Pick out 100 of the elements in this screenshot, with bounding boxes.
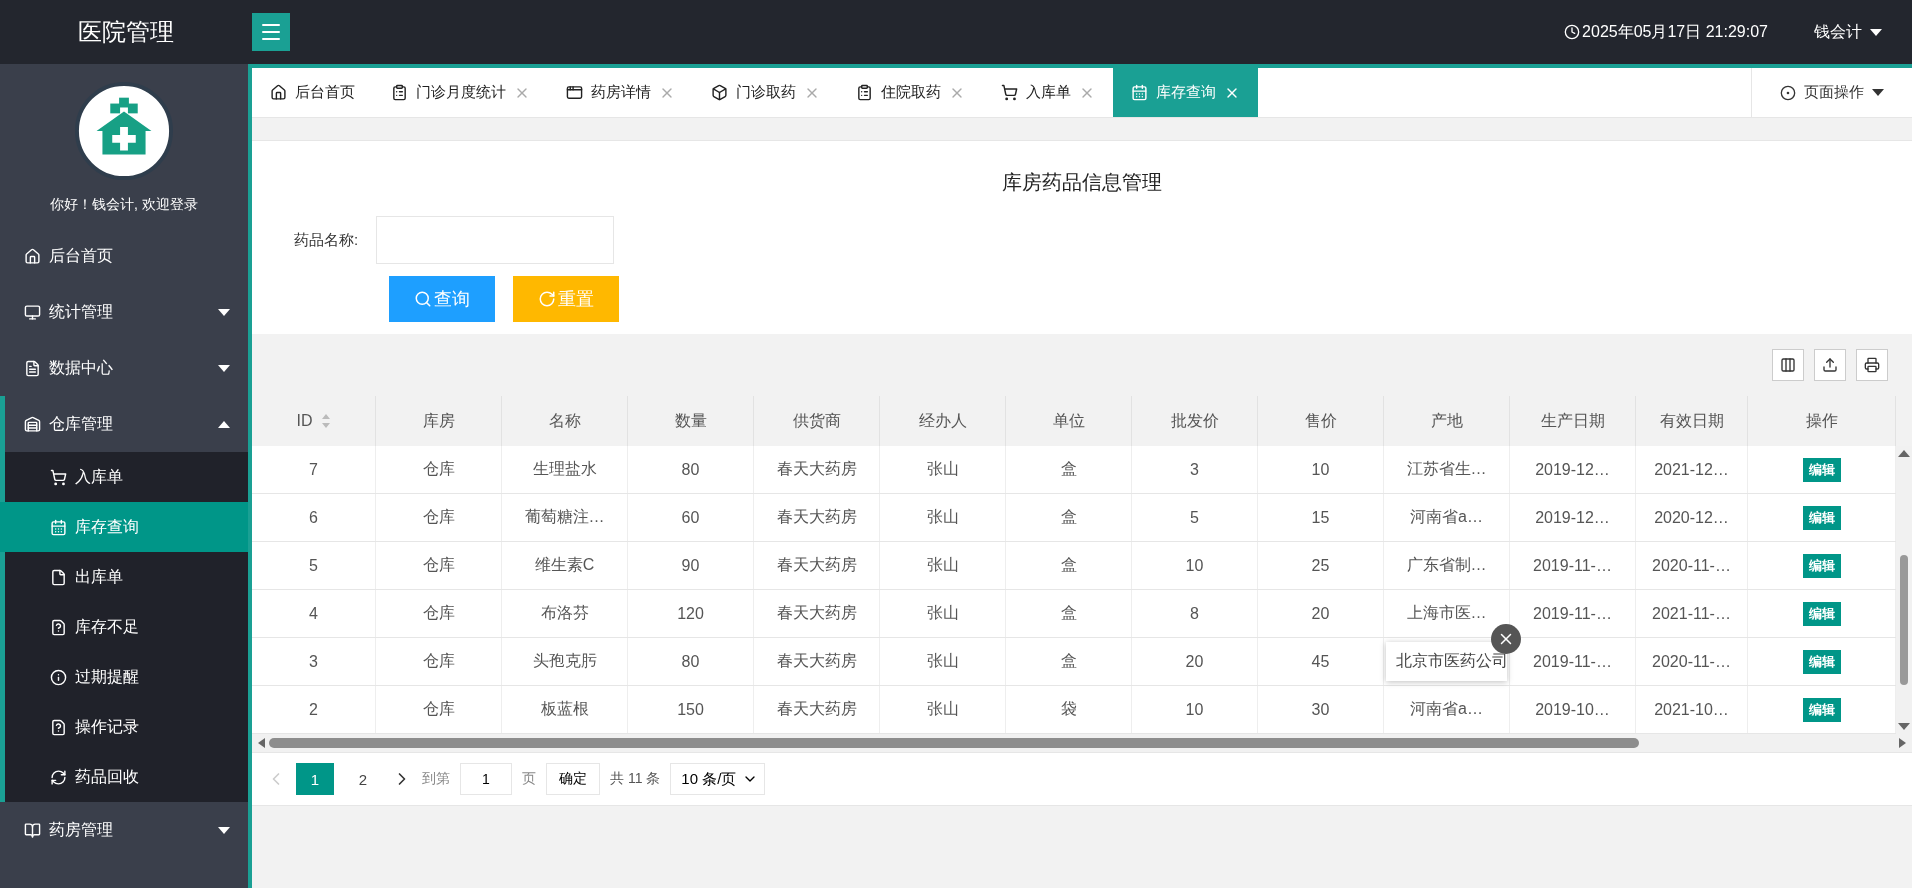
edit-button[interactable]: 编辑: [1802, 649, 1841, 674]
menu-button[interactable]: [252, 13, 290, 51]
table-cell-text: 葡萄糖注…: [524, 507, 605, 527]
table-cell: 2020-11-…: [1652, 652, 1731, 671]
menu-item[interactable]: 药房管理: [0, 802, 248, 858]
export-button[interactable]: [1814, 349, 1846, 381]
table-cell: 2019-12…: [1535, 460, 1610, 479]
table-cell-text: 春天大药房: [776, 699, 857, 719]
submenu-item[interactable]: 库存查询: [0, 502, 248, 552]
table-cell-text: 广东省制…: [1406, 555, 1487, 575]
edit-button[interactable]: 编辑: [1802, 601, 1841, 626]
field-label: 药品名称:: [294, 230, 359, 250]
table-cell-text: 张山: [926, 699, 959, 719]
sort-icon[interactable]: [320, 413, 331, 429]
page-number-field[interactable]: 1: [460, 763, 512, 795]
table-cell-text: 袋: [1060, 699, 1077, 719]
menu-item[interactable]: 后台首页: [0, 228, 248, 284]
menu-item[interactable]: 统计管理: [0, 284, 248, 340]
edit-button[interactable]: 编辑: [1802, 697, 1841, 722]
table-cell-text: 河南省a…: [1410, 507, 1483, 527]
table-cell: 2: [309, 700, 318, 719]
table-cell: 80: [681, 460, 700, 479]
clipboard-icon: [856, 84, 873, 101]
table-cell-text: 河南省a…: [1410, 699, 1483, 719]
table-cell-text: 仓库: [422, 459, 455, 479]
page-title: 库房药品信息管理: [1001, 170, 1163, 195]
datetime: 2025年05月17日 21:29:07: [1582, 21, 1768, 42]
page-button[interactable]: 2: [344, 763, 382, 795]
table-cell: 2021-12…: [1654, 460, 1729, 479]
table-cell-text: 生理盐水: [532, 459, 597, 479]
table-cell-text: 维生素C: [534, 555, 595, 575]
print-button[interactable]: [1856, 349, 1888, 381]
table-cell: 25: [1311, 556, 1330, 575]
clipboard-icon: [391, 84, 408, 101]
page-size-select[interactable]: 10 条/页: [670, 763, 766, 795]
table-cell: 30: [1311, 700, 1330, 719]
file-icon: [50, 568, 67, 586]
table-cell-text: 盒: [1060, 651, 1077, 671]
table-cell: 150: [677, 700, 704, 719]
drug-name-field[interactable]: [376, 216, 615, 264]
info-icon: [50, 668, 67, 686]
home-icon: [270, 84, 287, 101]
table-cell: 2021-11-…: [1652, 604, 1731, 623]
table-cell-text: 张山: [926, 459, 959, 479]
table-cell: 2019-11-…: [1533, 652, 1612, 671]
table-cell-text: 张山: [926, 651, 959, 671]
table-cell-text: 张山: [926, 555, 959, 575]
printer-icon: [1864, 357, 1880, 373]
table-cell-text: 仓库: [422, 699, 455, 719]
edit-button[interactable]: 编辑: [1802, 553, 1841, 578]
table-cell: 60: [681, 508, 700, 527]
table-cell-text: 春天大药房: [776, 555, 857, 575]
close-button[interactable]: [1491, 624, 1521, 654]
table-cell: 3: [309, 652, 318, 671]
table-cell: 5: [309, 556, 318, 575]
window-icon: [566, 84, 583, 101]
table-cell: 2019-12…: [1535, 508, 1610, 527]
book-icon: [24, 821, 41, 839]
columns-icon: [1780, 357, 1796, 373]
table-cell: 2019-10…: [1535, 700, 1610, 719]
table-cell: 2019-11-…: [1533, 604, 1612, 623]
home-icon: [24, 247, 41, 265]
table-cell-text: 江苏省生…: [1406, 459, 1487, 479]
table-cell: 15: [1311, 508, 1330, 527]
table-cell: 2021-10…: [1654, 700, 1729, 719]
table-cell-text: 仓库: [422, 507, 455, 527]
table-cell: 10: [1185, 556, 1204, 575]
table-cell-text: 盒: [1060, 459, 1077, 479]
columns-button[interactable]: [1772, 349, 1804, 381]
table-cell: 5: [1190, 508, 1199, 527]
cart-icon: [1001, 84, 1018, 101]
table-cell-text: 张山: [926, 603, 959, 623]
total-count: 共 11 条: [610, 770, 661, 788]
table-cell: 2019-11-…: [1533, 556, 1612, 575]
table-cell: 2020-11-…: [1652, 556, 1731, 575]
question-file-icon: [50, 718, 67, 736]
box-icon: [711, 84, 728, 101]
table-cell: 4: [309, 604, 318, 623]
confirm-button[interactable]: 确定: [546, 763, 600, 795]
edit-button[interactable]: 编辑: [1802, 457, 1841, 482]
table-cell-text: 板蓝根: [540, 699, 589, 719]
page-actions-menu[interactable]: 页面操作: [1751, 68, 1912, 117]
radio-dot-icon: [1780, 84, 1796, 101]
table-cell: 3: [1190, 460, 1199, 479]
edit-button[interactable]: 编辑: [1802, 505, 1841, 530]
page-button[interactable]: 1: [296, 763, 334, 795]
user-menu[interactable]: 钱会计: [1814, 21, 1862, 43]
document-icon: [24, 359, 41, 377]
search-icon: [414, 290, 432, 308]
table-cell-text: 春天大药房: [776, 459, 857, 479]
monitor-icon: [24, 303, 41, 321]
calendar-icon: [1131, 84, 1148, 101]
table-cell-text: 春天大药房: [776, 651, 857, 671]
table-cell: 8: [1190, 604, 1199, 623]
table-cell: 6: [309, 508, 318, 527]
table-cell: 80: [681, 652, 700, 671]
table-cell: 10: [1185, 700, 1204, 719]
menu-item[interactable]: 数据中心: [0, 340, 248, 396]
table-cell-text: 盒: [1060, 555, 1077, 575]
page-suffix: 页: [522, 770, 536, 788]
